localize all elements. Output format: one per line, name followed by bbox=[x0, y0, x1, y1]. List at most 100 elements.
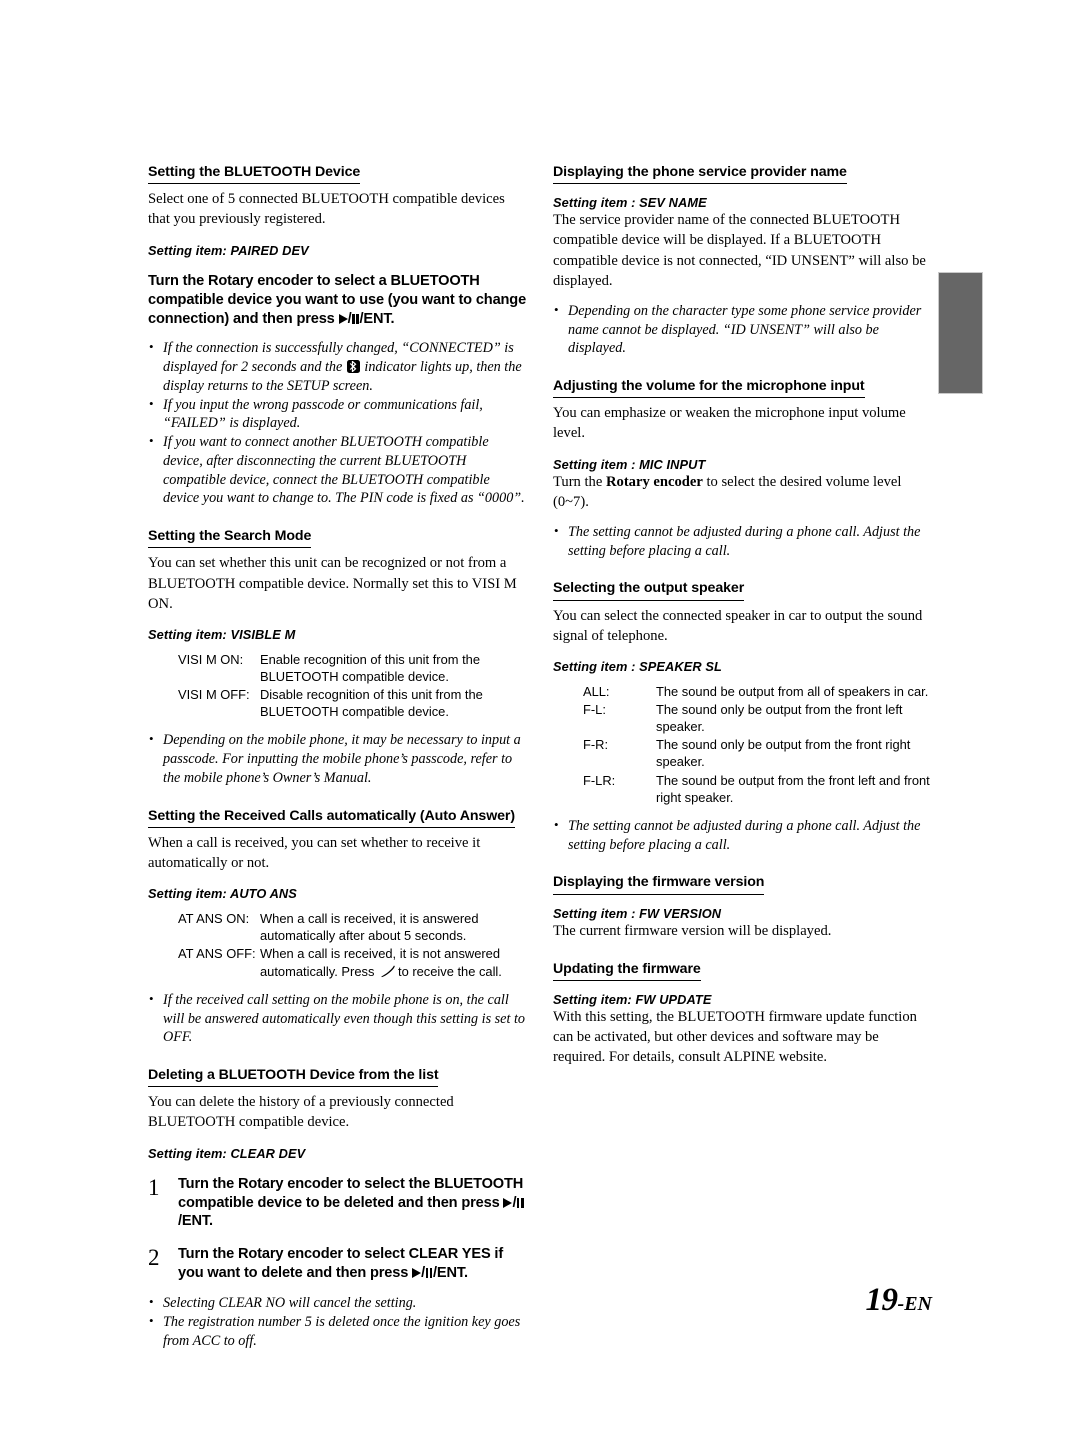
definition-row: F-L: The sound only be output from the f… bbox=[553, 701, 933, 735]
setting-item-label: Setting item: AUTO ANS bbox=[148, 886, 297, 902]
definition-row: ALL: The sound be output from all of spe… bbox=[553, 683, 933, 700]
note-item: If the received call setting on the mobi… bbox=[148, 990, 528, 1047]
step-number: 1 bbox=[148, 1174, 160, 1200]
definition-term: F-LR: bbox=[583, 772, 616, 788]
section-body: The current firmware version will be dis… bbox=[553, 922, 832, 939]
definition-row: F-LR: The sound be output from the front… bbox=[553, 772, 933, 806]
definition-term: VISI M OFF: bbox=[178, 687, 250, 703]
rotary-encoder-term: Rotary encoder bbox=[605, 473, 703, 490]
section-body: You can emphasize or weaken the micropho… bbox=[553, 405, 906, 442]
page-number-suffix: -EN bbox=[897, 1293, 932, 1315]
setting-item-label: Setting item: CLEAR DEV bbox=[148, 1145, 306, 1161]
setting-item-label: Setting item : SEV NAME bbox=[553, 195, 707, 211]
instruction-prefix: Turn the bbox=[148, 272, 208, 289]
setting-item-label: Setting item : SPEAKER SL bbox=[553, 658, 722, 674]
rotary-encoder-term: Rotary encoder bbox=[238, 1246, 343, 1263]
definition-desc: Disable recognition of this unit from th… bbox=[260, 687, 483, 720]
definition-row: VISI M ON: Enable recognition of this un… bbox=[148, 651, 528, 685]
phone-receive-icon bbox=[380, 965, 396, 978]
step-prefix: Turn the bbox=[178, 1175, 238, 1192]
step-text: Turn the Rotary encoder to select the BL… bbox=[178, 1175, 528, 1232]
section-service-provider-name: Displaying the phone service provider na… bbox=[553, 163, 933, 358]
note-item: If the connection is successfully change… bbox=[148, 338, 528, 395]
section-output-speaker: Selecting the output speaker You can sel… bbox=[553, 579, 933, 854]
section-update-firmware: Updating the firmware Setting item: FW U… bbox=[553, 960, 933, 1068]
step-1: 1 Turn the Rotary encoder to select the … bbox=[148, 1175, 528, 1232]
play-pause-ent-icon: / bbox=[412, 1264, 433, 1283]
section-setting-search-mode: Setting the Search Mode You can set whet… bbox=[148, 527, 528, 788]
section-heading: Selecting the output speaker bbox=[553, 580, 744, 601]
body-prefix: Turn the bbox=[553, 473, 606, 490]
section-heading: Setting the BLUETOOTH Device bbox=[148, 164, 360, 185]
section-heading: Displaying the phone service provider na… bbox=[553, 164, 847, 185]
step-number: 2 bbox=[148, 1245, 160, 1271]
page-thumb-tab bbox=[938, 272, 983, 394]
right-column: Displaying the phone service provider na… bbox=[553, 163, 933, 1068]
definition-desc: When a call is received, it is not answe… bbox=[260, 945, 528, 979]
setting-item-label: Setting item: VISIBLE M bbox=[148, 626, 296, 642]
section-body: When a call is received, you can set whe… bbox=[148, 834, 481, 872]
note-list: The setting cannot be adjusted during a … bbox=[553, 522, 933, 560]
section-body: You can select the connected speaker in … bbox=[553, 607, 923, 644]
definition-term: VISI M ON: bbox=[178, 651, 244, 667]
note-list: The setting cannot be adjusted during a … bbox=[553, 816, 933, 854]
play-pause-ent-icon: / bbox=[503, 1194, 524, 1213]
definition-desc: Enable recognition of this unit from the… bbox=[260, 651, 480, 684]
definition-list-speaker-sl: ALL: The sound be output from all of spe… bbox=[553, 683, 933, 806]
definition-desc-after: to receive the call. bbox=[397, 963, 502, 979]
page-number: 19-EN bbox=[0, 1282, 932, 1319]
section-body: The service provider name of the connect… bbox=[553, 212, 926, 289]
definition-list-visible-m: VISI M ON: Enable recognition of this un… bbox=[148, 651, 528, 721]
definition-desc: The sound only be output from the front … bbox=[656, 737, 911, 770]
definition-term: F-R: bbox=[583, 737, 609, 753]
definition-term: ALL: bbox=[583, 683, 610, 699]
step-2: 2 Turn the Rotary encoder to select CLEA… bbox=[148, 1245, 528, 1283]
section-heading: Updating the firmware bbox=[553, 961, 701, 982]
section-heading: Adjusting the volume for the microphone … bbox=[553, 378, 865, 399]
note-item: The setting cannot be adjusted during a … bbox=[553, 816, 933, 854]
rotary-encoder-term: Rotary encoder bbox=[238, 1175, 343, 1192]
setting-item-label: Setting item: PAIRED DEV bbox=[148, 242, 309, 258]
step-suffix: /ENT. bbox=[433, 1265, 468, 1282]
instruction-block: Turn the Rotary encoder to select a BLUE… bbox=[148, 272, 528, 329]
definition-term: AT ANS OFF: bbox=[178, 946, 256, 962]
setting-item-label: Setting item : MIC INPUT bbox=[553, 456, 706, 472]
note-item: The setting cannot be adjusted during a … bbox=[553, 522, 933, 560]
section-heading: Setting the Received Calls automatically… bbox=[148, 808, 515, 828]
definition-term: F-L: bbox=[583, 702, 606, 718]
left-column: Setting the BLUETOOTH Device Select one … bbox=[148, 163, 528, 1351]
section-body: Select one of 5 connected BLUETOOTH comp… bbox=[148, 191, 505, 228]
section-firmware-version: Displaying the firmware version Setting … bbox=[553, 873, 933, 940]
section-mic-input-volume: Adjusting the volume for the microphone … bbox=[553, 377, 933, 560]
note-item: Depending on the mobile phone, it may be… bbox=[148, 730, 528, 787]
note-item: If you input the wrong passcode or commu… bbox=[148, 395, 528, 433]
bluetooth-indicator-icon bbox=[346, 360, 360, 374]
note-item: If you want to connect another BLUETOOTH… bbox=[148, 432, 528, 508]
step-suffix: /ENT. bbox=[178, 1213, 213, 1230]
section-body-after: Turn the Rotary encoder to select the de… bbox=[553, 472, 933, 512]
setting-item-label: Setting item: FW UPDATE bbox=[553, 992, 712, 1008]
section-body: With this setting, the BLUETOOTH firmwar… bbox=[553, 1009, 917, 1066]
note-item: Depending on the character type some pho… bbox=[553, 301, 933, 358]
note-list: Depending on the character type some pho… bbox=[553, 301, 933, 358]
setting-item-label: Setting item : FW VERSION bbox=[553, 905, 722, 921]
definition-row: AT ANS ON: When a call is received, it i… bbox=[148, 910, 528, 944]
definition-desc: The sound be output from all of speakers… bbox=[656, 683, 929, 699]
section-setting-bluetooth-device: Setting the BLUETOOTH Device Select one … bbox=[148, 163, 528, 508]
step-prefix: Turn the bbox=[178, 1246, 238, 1263]
section-body: You can delete the history of a previous… bbox=[148, 1094, 454, 1131]
note-list: If the connection is successfully change… bbox=[148, 338, 528, 508]
definition-desc: The sound be output from the front left … bbox=[656, 772, 930, 805]
definition-row: AT ANS OFF: When a call is received, it … bbox=[148, 945, 528, 979]
section-heading: Displaying the firmware version bbox=[553, 874, 764, 895]
definition-desc: When a call is received, it is answered … bbox=[260, 911, 479, 944]
definition-list-auto-ans: AT ANS ON: When a call is received, it i… bbox=[148, 910, 528, 980]
play-pause-ent-icon: / bbox=[338, 310, 360, 329]
section-heading: Deleting a BLUETOOTH Device from the lis… bbox=[148, 1067, 439, 1088]
note-list: Depending on the mobile phone, it may be… bbox=[148, 730, 528, 787]
step-text: Turn the Rotary encoder to select CLEAR … bbox=[178, 1245, 528, 1283]
page-number-value: 19 bbox=[865, 1282, 899, 1318]
rotary-encoder-term: Rotary encoder bbox=[208, 272, 313, 289]
section-auto-answer: Setting the Received Calls automatically… bbox=[148, 807, 528, 1047]
instruction-suffix: /ENT. bbox=[359, 310, 395, 327]
